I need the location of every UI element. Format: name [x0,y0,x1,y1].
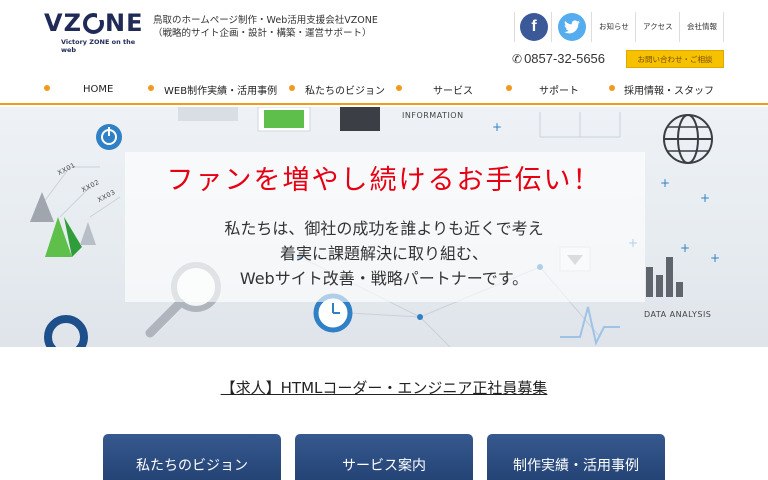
divider [551,12,552,42]
nav-item-support[interactable]: サポート [539,75,579,103]
nav-item-vision[interactable]: 私たちのビジョン [305,75,385,103]
facebook-icon[interactable]: f [520,13,548,41]
nav-item-recruit[interactable]: 採用情報・スタッフ [624,75,714,103]
hero-subtitle-line-2: 着実に課題解決に取り組む、 [279,244,488,263]
nav-item-works[interactable]: WEB制作実績・活用事例 [164,75,277,103]
hero-subtitle-line-3: Webサイト改善・戦略パートナーです。 [239,269,529,288]
hero-subtitle-line-1: 私たちは、御社の成功を誰よりも近くで考え [224,219,544,238]
site-logo[interactable]: VZ NE Victory ZONE on the web [44,9,144,54]
nav-item-home[interactable]: HOME [83,75,113,103]
hero-subtitle: 私たちは、御社の成功を誰よりも近くで考え 着実に課題解決に取り組む、 Webサイ… [0,216,768,291]
site-tagline: 鳥取のホームページ制作・Web活用支援会社VZONE （戦略的サイト企画・設計・… [153,14,378,40]
hero-title: ファンを増やし続けるお手伝い！ [166,165,602,196]
logo-o-mark [82,11,105,34]
vision-button[interactable]: 私たちのビジョン [103,434,281,480]
nav-bullet [44,85,50,91]
divider [591,12,592,42]
access-link[interactable]: アクセス [643,21,673,32]
nav-bullet [609,85,615,91]
data-analysis-caption: DATA ANALYSIS [644,310,712,319]
site-header: VZ NE Victory ZONE on the web 鳥取のホームページ制作… [0,0,768,75]
phone-text: 0857-32-5656 [524,51,606,66]
service-button[interactable]: サービス案内 [295,434,473,480]
nav-bullet [148,85,154,91]
tagline-line-1: 鳥取のホームページ制作・Web活用支援会社VZONE [153,15,378,26]
divider [679,12,680,42]
tagline-line-2: （戦略的サイト企画・設計・構築・運営サポート） [153,28,372,39]
divider [635,12,636,42]
logo-subtitle: Victory ZONE on the web [61,38,136,54]
information-caption: INFORMATION [402,111,464,120]
phone-icon: ✆ [512,51,523,66]
phone-number[interactable]: ✆ 0857-32-5656 [512,51,605,66]
contact-button[interactable]: お問い合わせ・ご相談 [626,50,724,68]
works-button[interactable]: 制作実績・活用事例 [487,434,665,480]
svg-text:+: + [492,120,502,134]
recruit-link[interactable]: 【求人】HTMLコーダー・エンジニア正社員募集 [221,379,548,397]
nav-bullet [396,85,402,91]
nav-bullet [506,85,512,91]
divider [514,12,515,42]
divider [723,12,724,42]
twitter-icon[interactable] [558,13,586,41]
company-link[interactable]: 会社情報 [687,21,717,32]
hero-banner: +++ +++ INFORMATION DATA ANALYSIS XX01 X… [0,107,768,347]
logo-wordmark: VZ NE [44,9,144,37]
nav-bullet [289,85,295,91]
recruit-notice: 【求人】HTMLコーダー・エンジニア正社員募集 [0,377,768,398]
news-link[interactable]: お知らせ [599,21,629,32]
nav-item-service[interactable]: サービス [433,75,473,103]
main-nav: HOME WEB制作実績・活用事例 私たちのビジョン サービス サポート 採用情… [0,75,768,105]
